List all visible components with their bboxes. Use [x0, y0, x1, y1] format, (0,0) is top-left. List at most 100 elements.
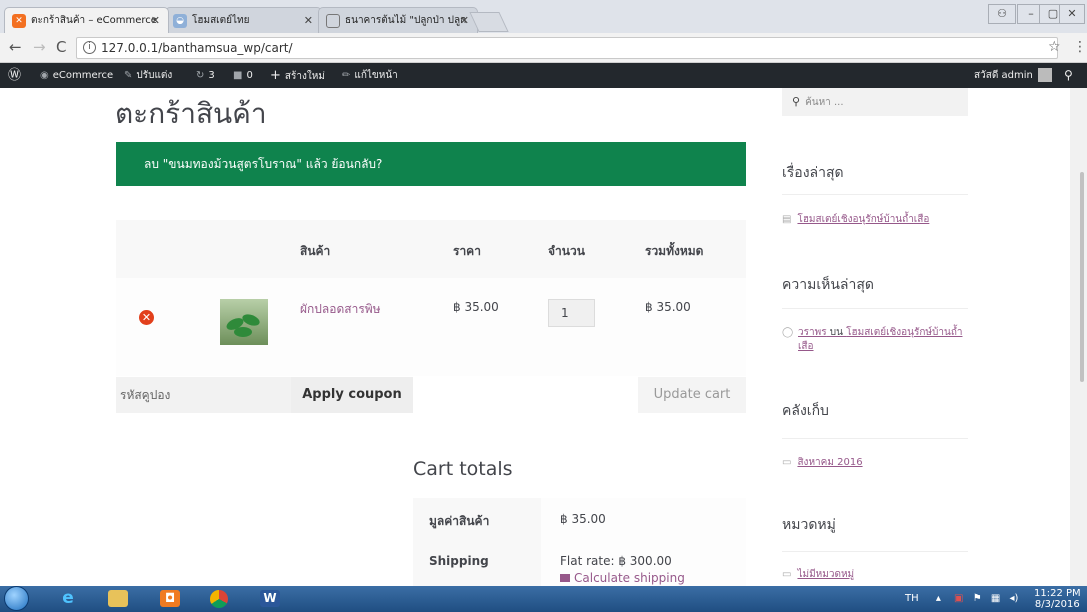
info-icon[interactable]: i [83, 41, 96, 54]
file-explorer-icon[interactable] [108, 590, 128, 607]
search-icon[interactable]: ⚲ [1064, 63, 1073, 88]
divider [782, 551, 968, 552]
recent-comments-title: ความเห็นล่าสุด [782, 277, 874, 293]
search-placeholder: ค้นหา ... [805, 97, 844, 108]
header-price: ราคา [453, 244, 481, 258]
comments-link[interactable]: ■ 0 [233, 63, 253, 88]
coupon-code-input[interactable]: รหัสคูปอง [116, 377, 291, 413]
quantity-input[interactable]: 1 [548, 299, 595, 327]
remove-item-icon[interactable]: ✕ [139, 310, 154, 325]
page-content: ตะกร้าสินค้า ลบ "ขนมทองม้วนสูตรโบราณ" แล… [0, 88, 1087, 586]
cart-table: สินค้า ราคา จำนวน รวมทั้งหมด ✕ ผักปลอดสา… [116, 220, 746, 376]
cart-actions: รหัสคูปอง Apply coupon Update cart [116, 377, 746, 413]
shipping-value: Flat rate: ฿ 300.00 [560, 554, 672, 568]
updates-icon: ↻ [196, 70, 205, 81]
recent-post-label: โฮมสเตย์เชิงอนุรักษ์บ้านถ้ำเสือ [797, 214, 930, 225]
address-bar: ← → C i 127.0.0.1/banthamsua_wp/cart/ ☆ … [0, 33, 1087, 63]
cart-table-header: สินค้า ราคา จำนวน รวมทั้งหมด [116, 220, 746, 278]
folder-icon: ▭ [782, 569, 792, 580]
comment-icon: ◯ [782, 327, 794, 338]
user-icon[interactable]: ⚇ [988, 4, 1016, 24]
divider [782, 308, 968, 309]
network-icon[interactable]: ▣ [954, 593, 963, 604]
plus-icon: + [270, 68, 281, 83]
leaf-shape [240, 312, 262, 328]
product-thumbnail[interactable] [220, 299, 268, 345]
close-icon[interactable]: ✕ [304, 8, 313, 33]
scrollbar-track[interactable] [1070, 88, 1087, 586]
close-window-button[interactable]: ✕ [1059, 4, 1085, 24]
divider [782, 194, 968, 195]
cart-item-row: ✕ ผักปลอดสารพิษ ฿ 35.00 1 ฿ 35.00 [116, 278, 746, 376]
customize-link[interactable]: ✎ ปรับแต่ง [124, 63, 172, 88]
account-menu[interactable]: สวัสดี admin [974, 63, 1052, 88]
tab-tree-bank[interactable]: ธนาคารต้นไม้ "ปลูกป่า ปลูก ✕ [318, 7, 478, 33]
close-icon[interactable]: ✕ [460, 8, 469, 33]
brush-icon: ✎ [124, 70, 133, 81]
wordpress-logo-icon[interactable]: Ⓦ [8, 63, 21, 88]
browser-tab-strip: ✕ ตะกร้าสินค้า – eCommerce ✕ ◒ โฮมสเตย์ไ… [0, 0, 1087, 33]
comment-author-link[interactable]: วราพร [798, 327, 827, 338]
menu-icon[interactable]: ⋮ [1073, 39, 1087, 55]
dashboard-icon: ◉ [40, 70, 49, 81]
calculate-shipping-link[interactable]: Calculate shipping [560, 571, 746, 585]
notice-text: ลบ "ขนมทองม้วนสูตรโบราณ" แล้ว [144, 157, 332, 171]
category-label: ไม่มีหมวดหมู่ [797, 569, 855, 580]
tab-homestay[interactable]: ◒ โฮมสเตย์ไทย ✕ [165, 7, 322, 33]
product-subtotal: ฿ 35.00 [645, 300, 691, 314]
chrome-icon[interactable] [210, 590, 230, 608]
back-icon[interactable]: ← [9, 38, 22, 56]
language-indicator[interactable]: TH [905, 593, 919, 604]
close-icon[interactable]: ✕ [151, 8, 160, 33]
clock[interactable]: 11:22 PM 8/3/2016 [1034, 588, 1081, 610]
shipping-value-cell: Flat rate: ฿ 300.00 Calculate shipping [541, 540, 746, 586]
tab-title: โฮมสเตย์ไทย [192, 15, 250, 26]
windows-taskbar: e ◘ W TH ▴ ▣ ⚑ ▦ ◂) 11:22 PM 8/3/2016 [0, 586, 1087, 612]
comment-icon: ■ [233, 70, 243, 81]
truck-icon [560, 574, 570, 582]
bookmark-star-icon[interactable]: ☆ [1048, 39, 1061, 55]
reload-icon[interactable]: C [56, 38, 66, 56]
header-quantity: จำนวน [548, 244, 585, 258]
header-product: สินค้า [300, 244, 331, 258]
scrollbar-thumb[interactable] [1080, 172, 1084, 382]
cart-totals-table: มูลค่าสินค้า ฿ 35.00 Shipping Flat rate:… [413, 498, 746, 586]
windows-start-icon[interactable] [4, 586, 29, 611]
undo-link[interactable]: ย้อนกลับ? [331, 157, 382, 171]
edit-page-link[interactable]: ✏ แก้ไขหน้า [342, 63, 398, 88]
show-hidden-icons-icon[interactable]: ▴ [936, 593, 941, 604]
internet-explorer-icon[interactable]: e [58, 590, 78, 607]
search-input[interactable]: ⚲ ค้นหา ... [782, 88, 968, 116]
volume-icon[interactable]: ◂) [1009, 593, 1018, 604]
divider [782, 438, 968, 439]
comment-on-text: บน [826, 327, 847, 338]
search-icon: ⚲ [792, 95, 801, 108]
product-name-link[interactable]: ผักปลอดสารพิษ [300, 300, 381, 319]
subtotal-value: ฿ 35.00 [541, 498, 746, 540]
archive-label: สิงหาคม 2016 [797, 457, 863, 468]
updates-link[interactable]: ↻ 3 [196, 63, 215, 88]
new-label: สร้างใหม่ [284, 71, 325, 82]
xampp-taskbar-icon[interactable]: ◘ [160, 590, 180, 607]
leaf-shape [234, 327, 252, 337]
category-link[interactable]: ▭ ไม่มีหมวดหมู่ [782, 568, 854, 582]
apply-coupon-button[interactable]: Apply coupon [291, 377, 413, 413]
recent-post-link[interactable]: ▤ โฮมสเตย์เชิงอนุรักษ์บ้านถ้ำเสือ [782, 213, 929, 227]
tab-title: ธนาคารต้นไม้ "ปลูกป่า ปลูก [345, 15, 467, 26]
site-name-link[interactable]: ◉ eCommerce [40, 63, 113, 88]
forward-icon[interactable]: → [33, 38, 46, 56]
greeting-label: สวัสดี admin [974, 70, 1033, 81]
shipping-row: Shipping Flat rate: ฿ 300.00 Calculate s… [413, 540, 746, 586]
tab-title: ตะกร้าสินค้า – eCommerce [31, 15, 157, 26]
update-cart-button[interactable]: Update cart [638, 377, 746, 413]
tab-cart[interactable]: ✕ ตะกร้าสินค้า – eCommerce ✕ [4, 7, 169, 33]
word-icon[interactable]: W [260, 590, 280, 607]
archive-link[interactable]: ▭ สิงหาคม 2016 [782, 456, 863, 470]
page-title: ตะกร้าสินค้า [115, 97, 267, 130]
url-input[interactable]: i 127.0.0.1/banthamsua_wp/cart/ [76, 37, 1058, 59]
new-content-link[interactable]: + สร้างใหม่ [270, 63, 325, 89]
comments-count: 0 [246, 70, 253, 81]
display-icon[interactable]: ▦ [991, 593, 1000, 604]
folder-icon: ▭ [782, 457, 792, 468]
flag-icon[interactable]: ⚑ [973, 593, 982, 604]
